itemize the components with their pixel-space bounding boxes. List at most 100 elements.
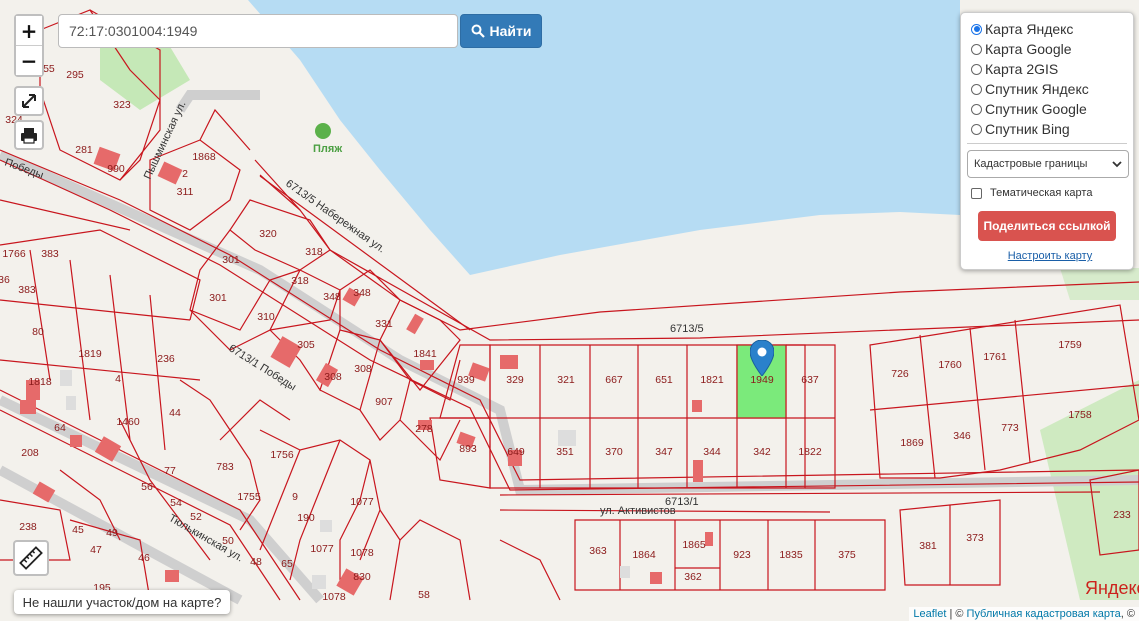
location-pin-icon[interactable] (750, 340, 774, 376)
plot-label[interactable]: 1821 (700, 374, 724, 386)
plot-label[interactable]: 342 (753, 446, 771, 458)
plot-label[interactable]: 295 (66, 69, 84, 81)
plot-label[interactable]: 65 (281, 558, 293, 570)
plot-label[interactable]: 1841 (413, 348, 437, 360)
plot-label[interactable]: 346 (953, 430, 971, 442)
plot-label[interactable]: 58 (418, 589, 430, 601)
not-found-button[interactable]: Не нашли участок/дом на карте? (14, 590, 230, 614)
plot-label[interactable]: 308 (354, 363, 372, 375)
plot-label[interactable]: 375 (838, 549, 856, 561)
layer-radio[interactable] (971, 123, 982, 135)
plot-label[interactable]: 305 (297, 339, 315, 351)
plot-label[interactable]: 363 (589, 545, 607, 557)
plot-label[interactable]: 1077 (350, 496, 374, 508)
plot-label[interactable]: 318 (291, 275, 309, 287)
leaflet-link[interactable]: Leaflet (913, 608, 946, 620)
plot-label[interactable]: 301 (209, 292, 227, 304)
plot-label[interactable]: 310 (257, 311, 275, 323)
plot-label[interactable]: 278 (415, 423, 433, 435)
plot-label[interactable]: 381 (919, 540, 937, 552)
thematic-toggle[interactable]: Тематическая карта (971, 187, 1123, 199)
cadastral-map-link[interactable]: Публичная кадастровая карта (967, 608, 1121, 620)
layer-radio[interactable] (971, 63, 982, 75)
layer-radio[interactable] (971, 43, 982, 55)
plot-label[interactable]: 47 (90, 544, 102, 556)
plot-label[interactable]: 48 (250, 556, 262, 568)
plot-label[interactable]: 329 (506, 374, 524, 386)
layer-option[interactable]: Карта Яндекс (971, 19, 1123, 39)
plot-label[interactable]: 726 (891, 368, 909, 380)
plot-label[interactable]: 49 (106, 527, 118, 539)
plot-label[interactable]: 347 (655, 446, 673, 458)
plot-label[interactable]: 1759 (1058, 339, 1082, 351)
plot-label[interactable]: 1819 (78, 348, 102, 360)
plot-label[interactable]: 50 (222, 535, 234, 547)
configure-map-link[interactable]: Настроить карту (977, 250, 1123, 262)
plot-label[interactable]: 351 (556, 446, 574, 458)
plot-label[interactable]: 9 (292, 491, 298, 503)
print-button[interactable] (14, 120, 44, 150)
plot-label[interactable]: 1077 (310, 543, 334, 555)
layer-option[interactable]: Спутник Bing (971, 119, 1123, 139)
plot-label[interactable]: 301 (222, 254, 240, 266)
plot-label[interactable]: 1078 (350, 547, 374, 559)
plot-label[interactable]: 830 (353, 571, 371, 583)
plot-label[interactable]: 56 (141, 481, 153, 493)
layer-radio[interactable] (971, 83, 982, 95)
plot-label[interactable]: 321 (557, 374, 575, 386)
plot-label[interactable]: 323 (113, 99, 131, 111)
plot-label[interactable]: 1460 (116, 416, 140, 428)
layer-option[interactable]: Спутник Google (971, 99, 1123, 119)
plot-label[interactable]: 308 (324, 371, 342, 383)
plot-label[interactable]: 1865 (682, 539, 706, 551)
plot-label[interactable]: 362 (684, 571, 702, 583)
plot-label[interactable]: 348 (323, 291, 341, 303)
plot-label[interactable]: 4 (115, 373, 121, 385)
plot-label[interactable]: 383 (18, 284, 36, 296)
zoom-out-button[interactable]: − (16, 45, 42, 75)
plot-label[interactable]: 1766 (2, 248, 26, 260)
fullscreen-button[interactable] (14, 86, 44, 116)
search-button[interactable]: Найти (460, 14, 542, 48)
plot-label[interactable]: 236 (157, 353, 175, 365)
plot-label[interactable]: 54 (170, 497, 182, 509)
plot-label[interactable]: 36 (0, 274, 10, 286)
measure-button[interactable] (13, 540, 49, 576)
plot-label[interactable]: 45 (72, 524, 84, 536)
plot-label[interactable]: 77 (164, 465, 176, 477)
plot-label[interactable]: 783 (216, 461, 234, 473)
plot-label[interactable]: 907 (375, 396, 393, 408)
plot-label[interactable]: 373 (966, 532, 984, 544)
plot-label[interactable]: 344 (703, 446, 721, 458)
plot-label[interactable]: 44 (169, 407, 181, 419)
plot-label[interactable]: 893 (459, 443, 477, 455)
plot-label[interactable]: 1078 (322, 591, 346, 603)
plot-label[interactable]: 80 (32, 326, 44, 338)
plot-label[interactable]: 773 (1001, 422, 1019, 434)
plot-label[interactable]: 939 (457, 374, 475, 386)
plot-label[interactable]: 311 (177, 186, 194, 198)
plot-label[interactable]: 46 (138, 552, 150, 564)
plot-label[interactable]: 320 (259, 228, 277, 240)
plot-label[interactable]: 1758 (1068, 409, 1092, 421)
plot-label[interactable]: 1755 (237, 491, 261, 503)
plot-label[interactable]: 1822 (798, 446, 822, 458)
plot-label[interactable]: 52 (190, 511, 202, 523)
plot-label[interactable]: 208 (21, 447, 39, 459)
plot-label[interactable]: 651 (655, 374, 673, 386)
plot-label[interactable]: 281 (75, 144, 93, 156)
plot-label[interactable]: 1760 (938, 359, 962, 371)
plot-label[interactable]: 370 (605, 446, 623, 458)
plot-label[interactable]: 637 (801, 374, 819, 386)
plot-label[interactable]: 1864 (632, 549, 656, 561)
plot-label[interactable]: 990 (107, 163, 125, 175)
plot-label[interactable]: 1818 (28, 376, 52, 388)
layer-option[interactable]: Спутник Яндекс (971, 79, 1123, 99)
plot-label[interactable]: 233 (1113, 509, 1131, 521)
plot-label[interactable]: 1868 (192, 151, 216, 163)
plot-label[interactable]: 190 (297, 512, 315, 524)
plot-label[interactable]: 64 (54, 422, 66, 434)
search-input[interactable] (58, 14, 458, 48)
plot-label[interactable]: 1756 (270, 449, 294, 461)
layer-radio[interactable] (971, 23, 982, 35)
